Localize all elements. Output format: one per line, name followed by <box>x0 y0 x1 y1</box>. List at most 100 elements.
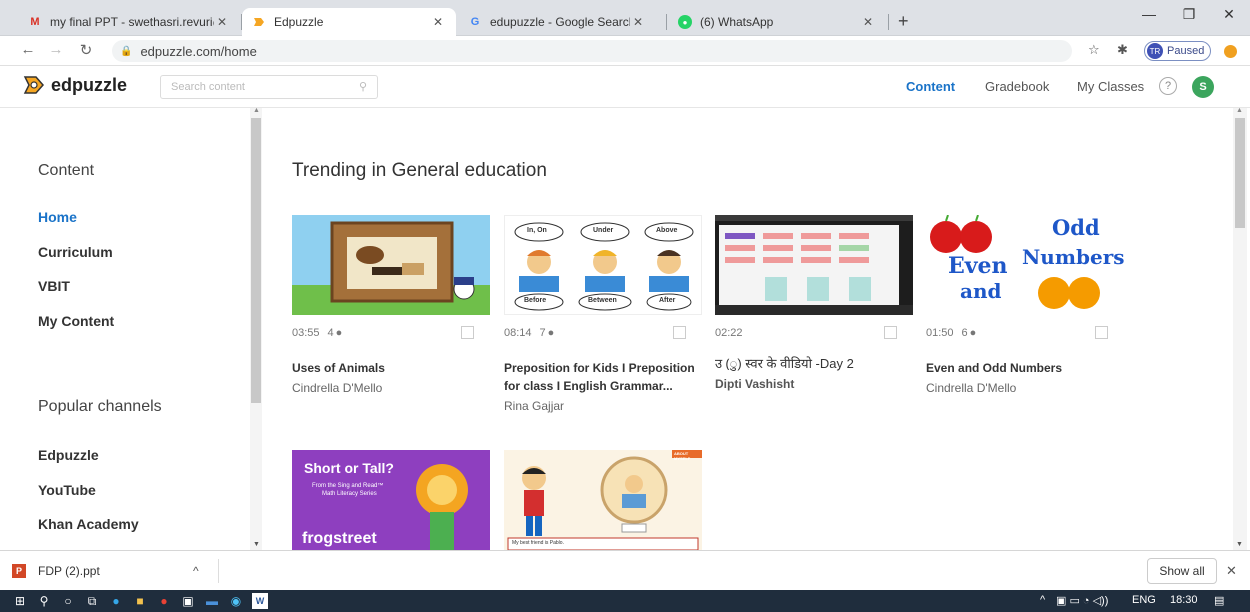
help-icon[interactable]: ? <box>1159 77 1177 95</box>
video-thumbnail[interactable]: In, On Under Above Before Between After <box>504 215 702 315</box>
file-explorer-icon[interactable]: ■ <box>132 593 148 609</box>
task-view-icon[interactable]: ⧉ <box>84 593 100 609</box>
select-checkbox[interactable] <box>673 326 686 339</box>
language-indicator[interactable]: ENG <box>1132 594 1156 606</box>
sidebar-item-khan-academy[interactable]: Khan Academy <box>38 516 139 532</box>
close-tab-icon[interactable]: ✕ <box>430 15 446 29</box>
scroll-up-arrow-icon[interactable]: ▲ <box>1236 108 1243 114</box>
hindi-lesson-thumbnail-art <box>715 215 913 315</box>
nav-content[interactable]: Content <box>906 79 955 94</box>
video-author[interactable]: Cindrella D'Mello <box>292 381 490 395</box>
about-myself-thumbnail-art <box>507 450 702 550</box>
close-tab-icon[interactable]: ✕ <box>860 15 876 29</box>
download-item[interactable]: P FDP (2).ppt <box>12 564 100 578</box>
video-title[interactable]: उ (ु) स्वर के वीडियो -Day 2 <box>715 355 913 373</box>
minimize-icon[interactable]: — <box>1134 6 1164 22</box>
star-bookmark-icon[interactable]: ☆ <box>1088 42 1100 58</box>
back-arrow-icon[interactable]: ← <box>18 41 38 58</box>
scrollbar-thumb[interactable] <box>1235 118 1245 228</box>
close-tab-icon[interactable]: ✕ <box>214 15 230 29</box>
mail-icon[interactable]: ▬ <box>204 593 220 609</box>
chrome-icon[interactable]: ● <box>156 593 172 609</box>
video-author[interactable]: Cindrella D'Mello <box>926 381 1124 395</box>
close-tab-icon[interactable]: ✕ <box>630 15 646 29</box>
main-scrollbar[interactable]: ▲ ▼ <box>1233 108 1247 550</box>
word-icon[interactable]: W <box>252 593 268 609</box>
sidebar-item-curriculum[interactable]: Curriculum <box>38 244 113 260</box>
animals-thumbnail-art <box>292 221 490 315</box>
video-card[interactable]: Short or Tall? From the Sing and Read™ M… <box>292 450 490 550</box>
sidebar-channels-heading: Popular channels <box>38 398 162 415</box>
scroll-up-arrow-icon[interactable]: ▲ <box>253 107 260 114</box>
video-thumbnail[interactable]: Short or Tall? From the Sing and Read™ M… <box>292 450 490 550</box>
app-icon[interactable]: ◉ <box>228 593 244 609</box>
extensions-puzzle-icon[interactable]: ✱ <box>1117 42 1128 58</box>
store-icon[interactable]: ▣ <box>180 593 196 609</box>
sidebar-item-youtube[interactable]: YouTube <box>38 482 96 498</box>
cortana-icon[interactable]: ○ <box>60 593 76 609</box>
search-icon[interactable]: ⚲ <box>359 80 367 93</box>
profile-button[interactable]: TR Paused <box>1144 41 1212 61</box>
close-window-icon[interactable]: ✕ <box>1214 6 1244 23</box>
video-author[interactable]: Dipti Vashisht <box>715 377 913 391</box>
sidebar-item-edpuzzle[interactable]: Edpuzzle <box>38 447 99 463</box>
tab-whatsapp[interactable]: ● (6) WhatsApp ✕ <box>668 8 886 36</box>
video-card[interactable]: In, On Under Above Before Between After … <box>504 215 702 413</box>
clock[interactable]: 18:30 <box>1170 594 1198 606</box>
sidebar-item-home[interactable]: Home <box>38 209 77 225</box>
video-title[interactable]: Even and Odd Numbers <box>926 359 1124 377</box>
search-input[interactable]: Search content ⚲ <box>160 75 378 99</box>
video-duration: 02:22 <box>715 327 743 339</box>
tab-google-search[interactable]: G edupuzzle - Google Search ✕ <box>458 8 656 36</box>
video-thumbnail[interactable]: Even and Odd Numbers <box>926 215 1124 315</box>
chevron-up-icon[interactable]: ^ <box>193 564 199 578</box>
user-avatar[interactable]: S <box>1192 76 1214 98</box>
select-checkbox[interactable] <box>1095 326 1108 339</box>
video-thumbnail[interactable]: ABOUT MYSELF My best friend is Pablo. <box>504 450 702 550</box>
show-all-button[interactable]: Show all <box>1147 558 1217 584</box>
video-card[interactable]: ABOUT MYSELF My best friend is Pablo. <box>504 450 702 550</box>
video-card[interactable]: 03:55 4 ● Uses of Animals Cindrella D'Me… <box>292 215 490 395</box>
select-checkbox[interactable] <box>461 326 474 339</box>
reload-icon[interactable]: ↻ <box>76 41 96 59</box>
video-thumbnail[interactable] <box>292 215 490 315</box>
scroll-down-arrow-icon[interactable]: ▼ <box>253 541 260 548</box>
google-icon: G <box>470 16 480 28</box>
video-title[interactable]: Uses of Animals <box>292 359 490 377</box>
windows-taskbar: ⊞ ⚲ ○ ⧉ ● ■ ● ▣ ▬ ◉ W ^ ▣ ▭ ◔ ◁)) ENG 18… <box>0 590 1250 612</box>
video-card[interactable]: 02:22 उ (ु) स्वर के वीडियो -Day 2 Dipti … <box>715 215 913 391</box>
scroll-down-arrow-icon[interactable]: ▼ <box>1236 541 1243 548</box>
sidebar-item-my-content[interactable]: My Content <box>38 313 114 329</box>
download-bar: P FDP (2).ppt ^ Show all ✕ <box>0 550 1250 590</box>
video-author[interactable]: Rina Gajjar <box>504 399 702 413</box>
forward-arrow-icon[interactable]: → <box>46 41 66 58</box>
select-checkbox[interactable] <box>884 326 897 339</box>
lock-icon: 🔒 <box>120 45 133 57</box>
tray-chevron-icon[interactable]: ^ <box>1040 594 1045 606</box>
video-card[interactable]: Even and Odd Numbers 01:50 6 ● Even and … <box>926 215 1124 395</box>
thumb-title: Short or Tall? <box>304 460 394 476</box>
nav-gradebook[interactable]: Gradebook <box>985 79 1049 94</box>
sidebar-item-vbit[interactable]: VBIT <box>38 278 70 294</box>
tab-edpuzzle[interactable]: Edpuzzle ✕ <box>242 8 456 36</box>
windows-start-icon[interactable]: ⊞ <box>12 593 28 609</box>
edpuzzle-logo[interactable]: edpuzzle <box>22 74 127 96</box>
notification-icon[interactable]: ▤ <box>1214 594 1224 607</box>
browser-tab-strip: M my final PPT - swethasri.revuri@ ✕ Edp… <box>0 0 1250 36</box>
tab-gmail[interactable]: M my final PPT - swethasri.revuri@ ✕ <box>18 8 240 36</box>
address-bar[interactable]: 🔒 edpuzzle.com/home <box>112 40 1072 62</box>
video-title[interactable]: Preposition for Kids I Preposition for c… <box>504 359 702 395</box>
restore-icon[interactable]: ❐ <box>1174 6 1204 23</box>
sidebar-scrollbar[interactable]: ▲ ▼ <box>250 107 262 550</box>
search-icon[interactable]: ⚲ <box>36 593 52 609</box>
close-download-bar-icon[interactable]: ✕ <box>1226 563 1237 579</box>
edge-browser-icon[interactable]: ● <box>108 593 124 609</box>
extension-icon[interactable] <box>1224 45 1237 58</box>
scrollbar-thumb[interactable] <box>251 118 261 403</box>
video-thumbnail[interactable] <box>715 215 913 315</box>
tab-title: (6) WhatsApp <box>700 15 774 29</box>
tab-title: my final PPT - swethasri.revuri@ <box>50 15 214 29</box>
new-tab-icon[interactable]: + <box>898 11 909 32</box>
tray-app-icons[interactable]: ▣ ▭ ◔ ◁)) <box>1056 594 1108 607</box>
nav-my-classes[interactable]: My Classes <box>1077 79 1144 94</box>
